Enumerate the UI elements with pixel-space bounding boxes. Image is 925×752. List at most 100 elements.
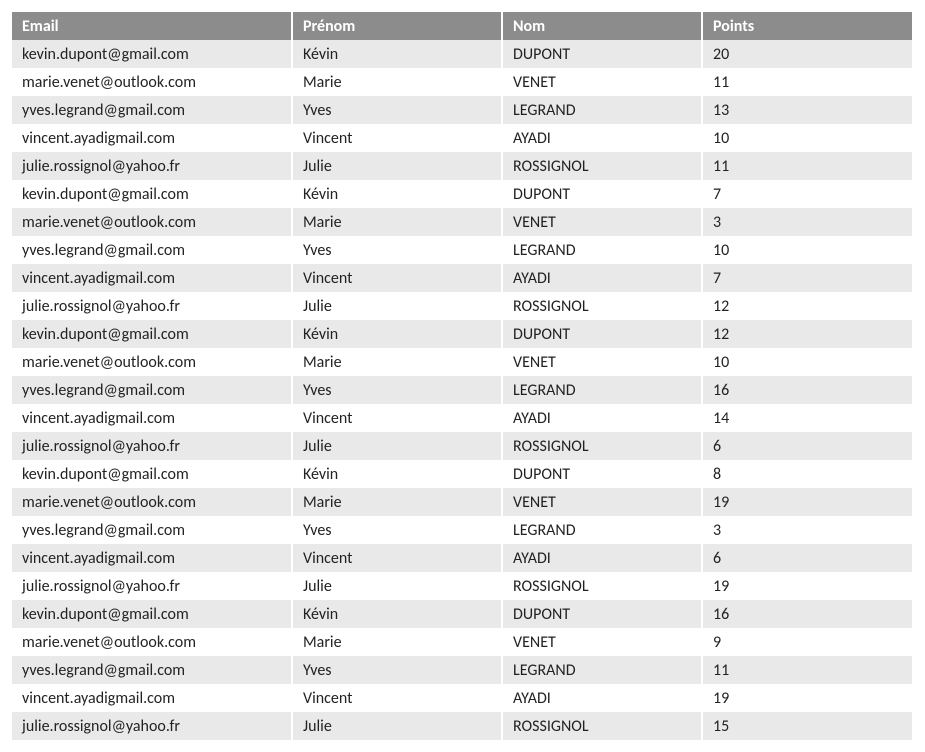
table-row: vincent.ayadigmail.comVincentAYADI6 bbox=[12, 544, 912, 572]
table-body: kevin.dupont@gmail.comKévinDUPONT20marie… bbox=[12, 40, 912, 740]
cell-nom: ROSSIGNOL bbox=[502, 572, 702, 600]
cell-nom: ROSSIGNOL bbox=[502, 712, 702, 740]
cell-prenom: Yves bbox=[292, 96, 502, 124]
cell-prenom: Marie bbox=[292, 208, 502, 236]
cell-nom: LEGRAND bbox=[502, 516, 702, 544]
cell-prenom: Kévin bbox=[292, 40, 502, 68]
cell-nom: VENET bbox=[502, 348, 702, 376]
cell-points: 10 bbox=[702, 124, 912, 152]
cell-email: kevin.dupont@gmail.com bbox=[12, 600, 292, 628]
data-table: Email Prénom Nom Points kevin.dupont@gma… bbox=[12, 12, 912, 740]
cell-nom: DUPONT bbox=[502, 180, 702, 208]
table-row: kevin.dupont@gmail.comKévinDUPONT8 bbox=[12, 460, 912, 488]
cell-email: yves.legrand@gmail.com bbox=[12, 376, 292, 404]
table-row: vincent.ayadigmail.comVincentAYADI10 bbox=[12, 124, 912, 152]
cell-prenom: Marie bbox=[292, 628, 502, 656]
table-row: julie.rossignol@yahoo.frJulieROSSIGNOL19 bbox=[12, 572, 912, 600]
cell-points: 11 bbox=[702, 68, 912, 96]
cell-email: julie.rossignol@yahoo.fr bbox=[12, 292, 292, 320]
cell-points: 11 bbox=[702, 656, 912, 684]
cell-points: 7 bbox=[702, 180, 912, 208]
cell-nom: AYADI bbox=[502, 404, 702, 432]
cell-points: 10 bbox=[702, 348, 912, 376]
cell-email: kevin.dupont@gmail.com bbox=[12, 180, 292, 208]
cell-email: vincent.ayadigmail.com bbox=[12, 264, 292, 292]
table-header-row: Email Prénom Nom Points bbox=[12, 12, 912, 40]
table-row: marie.venet@outlook.comMarieVENET9 bbox=[12, 628, 912, 656]
cell-prenom: Vincent bbox=[292, 404, 502, 432]
cell-nom: ROSSIGNOL bbox=[502, 432, 702, 460]
cell-email: marie.venet@outlook.com bbox=[12, 208, 292, 236]
cell-points: 10 bbox=[702, 236, 912, 264]
cell-prenom: Yves bbox=[292, 516, 502, 544]
cell-prenom: Marie bbox=[292, 68, 502, 96]
cell-points: 8 bbox=[702, 460, 912, 488]
cell-email: kevin.dupont@gmail.com bbox=[12, 460, 292, 488]
cell-nom: VENET bbox=[502, 488, 702, 516]
cell-nom: LEGRAND bbox=[502, 96, 702, 124]
cell-prenom: Julie bbox=[292, 292, 502, 320]
table-row: marie.venet@outlook.comMarieVENET19 bbox=[12, 488, 912, 516]
cell-nom: ROSSIGNOL bbox=[502, 292, 702, 320]
cell-nom: AYADI bbox=[502, 544, 702, 572]
cell-email: yves.legrand@gmail.com bbox=[12, 236, 292, 264]
cell-points: 6 bbox=[702, 432, 912, 460]
table-row: yves.legrand@gmail.comYvesLEGRAND13 bbox=[12, 96, 912, 124]
table-row: kevin.dupont@gmail.comKévinDUPONT16 bbox=[12, 600, 912, 628]
table-row: marie.venet@outlook.comMarieVENET10 bbox=[12, 348, 912, 376]
cell-nom: AYADI bbox=[502, 124, 702, 152]
table-row: yves.legrand@gmail.comYvesLEGRAND3 bbox=[12, 516, 912, 544]
cell-points: 16 bbox=[702, 376, 912, 404]
cell-email: vincent.ayadigmail.com bbox=[12, 684, 292, 712]
cell-email: vincent.ayadigmail.com bbox=[12, 544, 292, 572]
cell-email: kevin.dupont@gmail.com bbox=[12, 40, 292, 68]
cell-email: julie.rossignol@yahoo.fr bbox=[12, 432, 292, 460]
cell-prenom: Julie bbox=[292, 432, 502, 460]
cell-prenom: Kévin bbox=[292, 180, 502, 208]
cell-points: 19 bbox=[702, 684, 912, 712]
table-row: marie.venet@outlook.comMarieVENET3 bbox=[12, 208, 912, 236]
cell-nom: LEGRAND bbox=[502, 376, 702, 404]
cell-points: 12 bbox=[702, 320, 912, 348]
cell-prenom: Julie bbox=[292, 712, 502, 740]
cell-points: 20 bbox=[702, 40, 912, 68]
table-row: yves.legrand@gmail.comYvesLEGRAND10 bbox=[12, 236, 912, 264]
cell-prenom: Kévin bbox=[292, 600, 502, 628]
table-row: kevin.dupont@gmail.comKévinDUPONT7 bbox=[12, 180, 912, 208]
table-row: julie.rossignol@yahoo.frJulieROSSIGNOL15 bbox=[12, 712, 912, 740]
cell-prenom: Yves bbox=[292, 656, 502, 684]
cell-points: 15 bbox=[702, 712, 912, 740]
cell-email: julie.rossignol@yahoo.fr bbox=[12, 572, 292, 600]
header-nom: Nom bbox=[502, 12, 702, 40]
cell-points: 14 bbox=[702, 404, 912, 432]
table-row: julie.rossignol@yahoo.frJulieROSSIGNOL12 bbox=[12, 292, 912, 320]
cell-nom: LEGRAND bbox=[502, 656, 702, 684]
cell-email: julie.rossignol@yahoo.fr bbox=[12, 152, 292, 180]
cell-nom: VENET bbox=[502, 68, 702, 96]
cell-points: 6 bbox=[702, 544, 912, 572]
cell-nom: DUPONT bbox=[502, 460, 702, 488]
header-points: Points bbox=[702, 12, 912, 40]
table-row: julie.rossignol@yahoo.frJulieROSSIGNOL11 bbox=[12, 152, 912, 180]
cell-prenom: Vincent bbox=[292, 124, 502, 152]
cell-email: vincent.ayadigmail.com bbox=[12, 404, 292, 432]
cell-prenom: Vincent bbox=[292, 264, 502, 292]
cell-prenom: Marie bbox=[292, 488, 502, 516]
cell-nom: ROSSIGNOL bbox=[502, 152, 702, 180]
header-email: Email bbox=[12, 12, 292, 40]
table-row: marie.venet@outlook.comMarieVENET11 bbox=[12, 68, 912, 96]
cell-prenom: Yves bbox=[292, 376, 502, 404]
cell-points: 11 bbox=[702, 152, 912, 180]
cell-points: 3 bbox=[702, 208, 912, 236]
cell-email: yves.legrand@gmail.com bbox=[12, 516, 292, 544]
cell-prenom: Yves bbox=[292, 236, 502, 264]
table-row: vincent.ayadigmail.comVincentAYADI14 bbox=[12, 404, 912, 432]
cell-email: marie.venet@outlook.com bbox=[12, 348, 292, 376]
cell-email: marie.venet@outlook.com bbox=[12, 628, 292, 656]
cell-email: marie.venet@outlook.com bbox=[12, 488, 292, 516]
cell-points: 13 bbox=[702, 96, 912, 124]
cell-nom: DUPONT bbox=[502, 320, 702, 348]
cell-nom: VENET bbox=[502, 208, 702, 236]
table-row: julie.rossignol@yahoo.frJulieROSSIGNOL6 bbox=[12, 432, 912, 460]
cell-nom: AYADI bbox=[502, 264, 702, 292]
